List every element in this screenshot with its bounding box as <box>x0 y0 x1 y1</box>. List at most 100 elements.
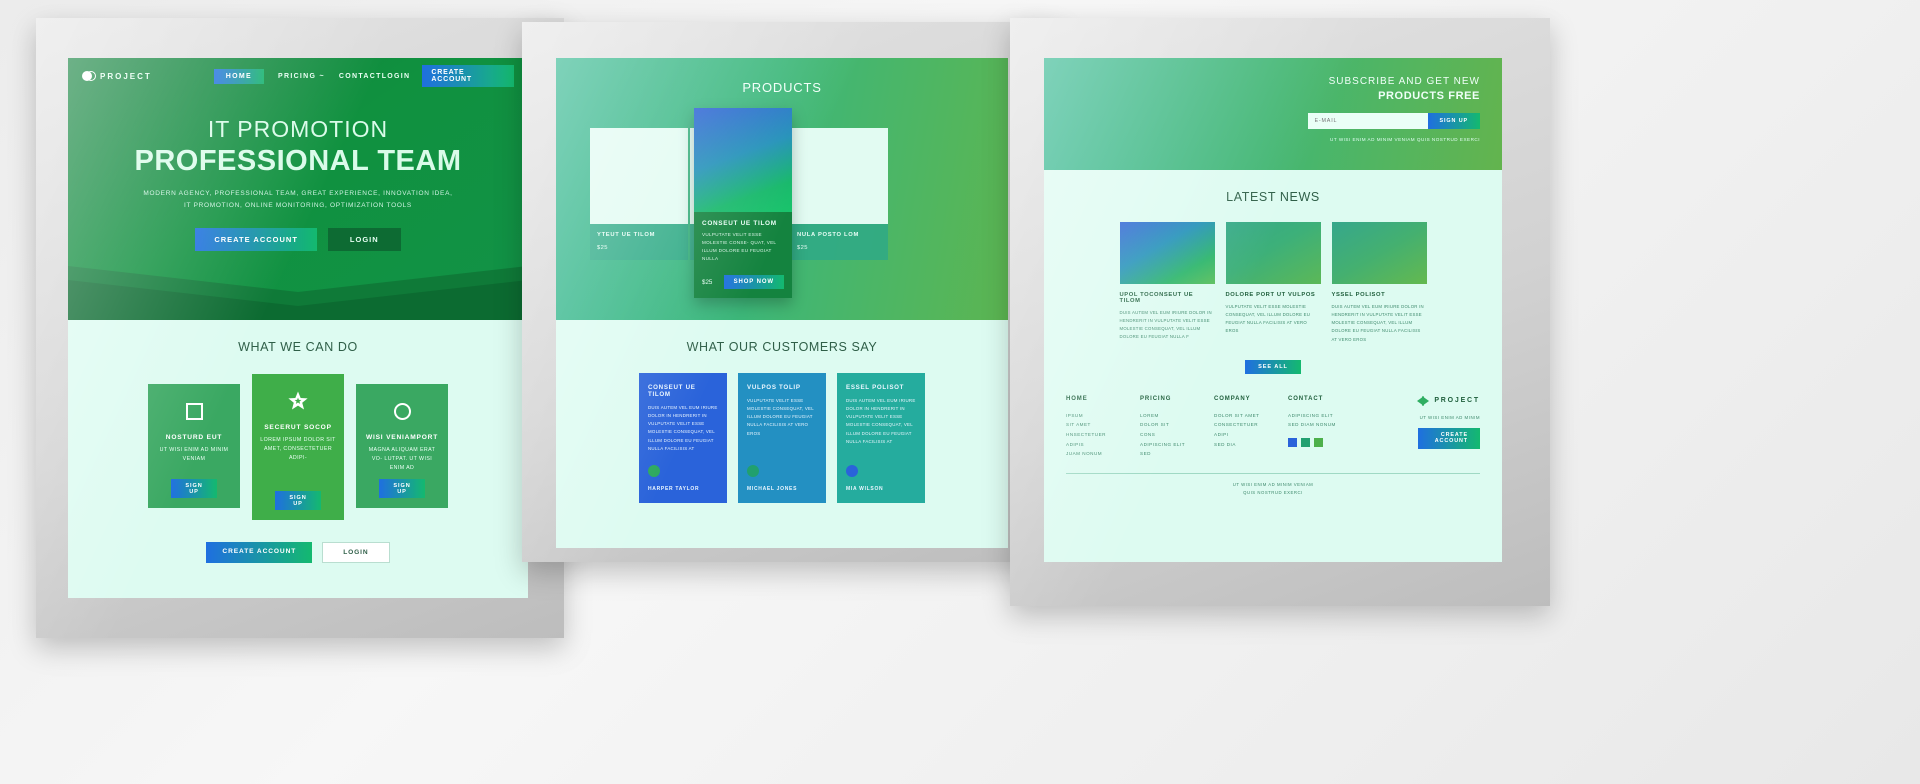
product-card[interactable]: NULA POSTO LOM $25 <box>790 128 888 260</box>
brand-name: PROJECT <box>100 71 152 81</box>
hero-login-button[interactable]: LOGIN <box>327 228 401 252</box>
testimonial-card[interactable]: VULPOS TOLIP VULPUTATE VELIT ESSE MOLEST… <box>738 373 826 503</box>
service-card[interactable]: SECERUT SOCOP LOREM IPSUM DOLOR SIT AMET… <box>252 374 344 520</box>
footer-link[interactable]: SIT AMET <box>1066 420 1128 430</box>
hero-chevron-decoration <box>68 266 528 320</box>
service-signup-button[interactable]: SIGN UP <box>379 479 425 498</box>
product-name: NULA POSTO LOM <box>797 232 859 238</box>
nav-login-link[interactable]: LOGIN <box>382 70 411 83</box>
service-card-heading: NOSTURD EUT <box>165 434 223 441</box>
news-card[interactable]: DOLORE PORT UT VULPOS VULPUTATE VELIT ES… <box>1225 222 1321 344</box>
nav-right-actions: LOGIN CREATE ACCOUNT <box>382 65 514 87</box>
news-card[interactable]: UPOL TOCONSEUT UE TILOM DUIS AUTEM VEL E… <box>1119 222 1215 344</box>
featured-product-name: CONSEUT UE TILOM <box>702 220 777 227</box>
footer-brand[interactable]: PROJECT <box>1417 395 1480 406</box>
mockup-frame-3: SUBSCRIBE AND GET NEW PRODUCTS FREE SIGN… <box>1010 18 1550 606</box>
products-section: PRODUCTS YTEUT UE TILOM $25 MOSEUT UER T… <box>556 58 1008 320</box>
email-input[interactable] <box>1307 113 1428 129</box>
service-card-body: UT WISI ENIM AD MINIM VENIAM <box>159 447 229 462</box>
social-icon-3[interactable] <box>1314 438 1323 448</box>
footer: HOME IPSUM SIT AMET HNSECTETUER ADIPIS J… <box>1044 395 1502 459</box>
testimonial-body: DUIS AUTEM VEL EUM IRIURE DOLOR IN HENDR… <box>846 398 916 444</box>
news-body: DUIS AUTEM VEL EUM IRIURE DOLOR IN HENDR… <box>1119 310 1212 340</box>
hero-actions: CREATE ACCOUNT LOGIN <box>68 228 528 252</box>
footer-column-heading: COMPANY <box>1214 395 1251 402</box>
footer-brand-note: UT WISI ENIM AD MINIM <box>1419 414 1480 420</box>
footer-bottom-line1: UT WISI ENIM AD MINIM VENIAM <box>1232 481 1314 487</box>
social-icon-2[interactable] <box>1301 438 1310 448</box>
news-page-screen: SUBSCRIBE AND GET NEW PRODUCTS FREE SIGN… <box>1044 58 1502 562</box>
footer-link[interactable]: JUAM NONUM <box>1066 449 1128 459</box>
hero-title-light: IT PROMOTION <box>207 116 389 142</box>
featured-product-card[interactable]: CONSEUT UE TILOM VULPUTATE VELIT ESSE MO… <box>694 108 792 299</box>
news-section: LATEST NEWS UPOL TOCONSEUT UE TILOM DUIS… <box>1044 170 1502 562</box>
see-all-button[interactable]: SEE ALL <box>1245 359 1301 374</box>
footer-link[interactable]: DOLOR SIT AMET <box>1214 411 1276 421</box>
footer-link[interactable]: SED DIAM NONUM <box>1288 420 1350 430</box>
news-heading: YSSEL POLISOT <box>1331 292 1386 298</box>
mockup-stage: PROJECT HOME PRICING ~ CONTACT LOGIN CRE… <box>0 0 1920 784</box>
hero-section: PROJECT HOME PRICING ~ CONTACT LOGIN CRE… <box>68 58 528 320</box>
news-title: LATEST NEWS <box>1226 190 1320 204</box>
footer-link[interactable]: IPSUM <box>1066 411 1128 421</box>
footer-column-heading: HOME <box>1066 395 1088 402</box>
footer-link[interactable]: ADIPISCING ELIT <box>1140 440 1202 450</box>
footer-link[interactable]: CONS <box>1140 430 1202 440</box>
nav-item-pricing[interactable]: PRICING ~ <box>278 70 325 83</box>
product-name: YTEUT UE TILOM <box>597 232 656 238</box>
circle-icon <box>364 398 440 424</box>
featured-product-actions: $25 SHOP NOW <box>702 275 784 290</box>
service-signup-button[interactable]: SIGN UP <box>275 491 321 510</box>
footer-link[interactable]: DOLOR SIT <box>1140 420 1202 430</box>
footer-link[interactable]: ADIPISCING ELIT <box>1288 411 1350 421</box>
service-card[interactable]: WISI VENIAMPORT MAGNA ALIQUAM ERAT VO- L… <box>356 384 448 508</box>
brand-logo[interactable]: PROJECT <box>82 70 152 83</box>
footer-column-contact: CONTACT ADIPISCING ELIT SED DIAM NONUM <box>1288 396 1350 459</box>
product-price: $25 <box>597 244 608 251</box>
products-title: PRODUCTS <box>742 80 822 95</box>
footer-bottom-line2: QUIS NOSTRUD EXERCI <box>1243 490 1303 496</box>
testimonial-author: MICHAEL JONES <box>747 486 798 492</box>
testimonial-card[interactable]: ESSEL POLISOT DUIS AUTEM VEL EUM IRIURE … <box>837 373 925 503</box>
nav-links: HOME PRICING ~ CONTACT <box>213 68 382 84</box>
subscribe-line1: SUBSCRIBE AND GET NEW <box>1328 76 1480 87</box>
testimonial-body: VULPUTATE VELIT ESSE MOLESTIE CONSEQUAT,… <box>747 398 814 436</box>
landing-page-screen: PROJECT HOME PRICING ~ CONTACT LOGIN CRE… <box>68 58 528 598</box>
footer-link[interactable]: SED <box>1140 449 1202 459</box>
testimonial-body: DUIS AUTEM VEL EUM IRIURE DOLOR IN HENDR… <box>648 405 718 451</box>
hero-title-bold: PROFESSIONAL TEAM <box>134 145 462 177</box>
service-card[interactable]: NOSTURD EUT UT WISI ENIM AD MINIM VENIAM… <box>148 384 240 508</box>
logo-arrows-icon <box>1417 395 1430 406</box>
nav-create-account-button[interactable]: CREATE ACCOUNT <box>422 65 514 87</box>
news-card[interactable]: YSSEL POLISOT DUIS AUTEM VEL EUM IRIURE … <box>1331 222 1427 344</box>
footer-link[interactable]: HNSECTETUER <box>1066 430 1128 440</box>
footer-link[interactable]: ADIPI <box>1214 430 1276 440</box>
subscribe-signup-button[interactable]: SIGN UP <box>1427 113 1480 129</box>
footer-column-company: COMPANY DOLOR SIT AMET CONSECTETUER ADIP… <box>1214 396 1276 459</box>
testimonials-title: WHAT OUR CUSTOMERS SAY <box>686 340 878 354</box>
subscribe-section: SUBSCRIBE AND GET NEW PRODUCTS FREE SIGN… <box>1044 58 1502 170</box>
shop-now-button[interactable]: SHOP NOW <box>723 275 784 290</box>
testimonial-heading: ESSEL POLISOT <box>846 384 905 391</box>
nav-item-contact[interactable]: CONTACT <box>339 70 382 83</box>
footer-link[interactable]: SED DIA <box>1214 440 1276 450</box>
social-icon-1[interactable] <box>1288 438 1297 448</box>
footer-link[interactable]: CONSECTETUER <box>1214 420 1276 430</box>
news-body: VULPUTATE VELIT ESSE MOLESTIE CONSEQUAT,… <box>1225 304 1311 334</box>
footer-link[interactable]: LOREM <box>1140 411 1202 421</box>
testimonial-heading: VULPOS TOLIP <box>747 384 801 391</box>
footer-create-account-button[interactable]: CREATE ACCOUNT <box>1418 427 1480 449</box>
nav-item-home[interactable]: HOME <box>213 68 264 84</box>
featured-product-price: $25 <box>702 278 713 286</box>
services-login-button[interactable]: LOGIN <box>322 542 390 563</box>
featured-product-info: CONSEUT UE TILOM VULPUTATE VELIT ESSE MO… <box>694 212 792 299</box>
product-card[interactable]: YTEUT UE TILOM $25 <box>590 128 688 260</box>
hero-create-account-button[interactable]: CREATE ACCOUNT <box>195 228 317 252</box>
services-create-account-button[interactable]: CREATE ACCOUNT <box>206 542 313 563</box>
testimonial-card[interactable]: CONSEUT UE TILOM DUIS AUTEM VEL EUM IRIU… <box>639 373 727 503</box>
service-signup-button[interactable]: SIGN UP <box>171 479 217 498</box>
product-price: $25 <box>797 244 808 251</box>
footer-link[interactable]: ADIPIS <box>1066 440 1128 450</box>
star-icon <box>260 388 336 414</box>
product-image <box>790 128 888 224</box>
